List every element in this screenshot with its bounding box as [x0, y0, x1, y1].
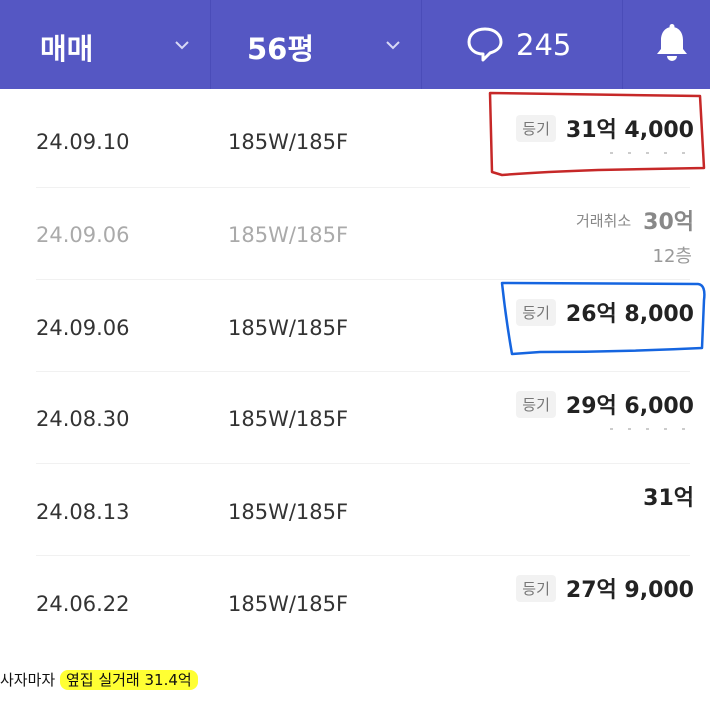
transaction-row[interactable]: 24.08.30 185W/185F 등기 29억 6,000: [0, 372, 710, 464]
transaction-price-group: 거래취소 30억: [576, 204, 694, 236]
transaction-price: 31억 4,000: [565, 118, 694, 143]
transaction-price: 30억: [643, 210, 694, 235]
transaction-price-group: 등기 27억 9,000: [516, 572, 694, 604]
status-badge: 등기: [516, 298, 556, 326]
filter-header: 매매 56평 245: [0, 0, 710, 89]
area-dropdown[interactable]: 56평: [211, 0, 421, 89]
transaction-price: 31억: [643, 486, 694, 511]
transaction-row[interactable]: 24.08.13 185W/185F 31억: [0, 464, 710, 556]
area-label: 56평: [247, 32, 315, 66]
transaction-date: 24.08.30: [36, 407, 130, 431]
caption-highlight: 옆집 실거래 31.4억: [59, 670, 198, 690]
comments-button[interactable]: 245: [422, 0, 622, 89]
status-badge: 거래취소: [575, 211, 632, 230]
transaction-date: 24.09.06: [36, 223, 130, 247]
trade-type-label: 매매: [40, 32, 94, 66]
blurred-detail: [610, 152, 690, 154]
caption-prefix: 사자마자: [0, 671, 60, 689]
transaction-row[interactable]: 24.09.10 185W/185F 등기 31억 4,000: [0, 96, 710, 188]
comment-bubble-icon: [466, 26, 504, 66]
status-badge: 등기: [516, 574, 556, 602]
transaction-row[interactable]: 24.06.22 185W/185F 등기 27억 9,000: [0, 556, 710, 648]
transaction-price-group: 등기 29억 6,000: [516, 388, 694, 420]
transaction-floor: 185W/185F: [228, 407, 349, 431]
transaction-price-group: 등기 31억 4,000: [516, 112, 694, 144]
transaction-row[interactable]: 24.09.06 185W/185F 거래취소 30억 12층: [0, 188, 710, 280]
transaction-price-group: 31억: [643, 480, 694, 512]
transaction-floor: 185W/185F: [228, 130, 349, 154]
status-badge: 등기: [516, 390, 556, 418]
transaction-price-group: 등기 26억 8,000: [516, 296, 694, 328]
bell-icon: [655, 24, 689, 66]
transaction-floor-level: 12층: [652, 246, 692, 267]
transaction-date: 24.09.06: [36, 316, 130, 340]
trade-type-dropdown[interactable]: 매매: [0, 0, 210, 89]
blurred-detail: [610, 428, 690, 430]
status-badge: 등기: [516, 114, 556, 142]
chevron-down-icon: [174, 36, 190, 55]
notification-button[interactable]: [623, 0, 710, 89]
transaction-price: 27억 9,000: [565, 578, 694, 603]
transaction-row[interactable]: 24.09.06 185W/185F 등기 26억 8,000: [0, 280, 710, 372]
comments-count: 245: [516, 28, 572, 62]
transaction-floor: 185W/185F: [228, 223, 349, 247]
transaction-floor: 185W/185F: [228, 316, 349, 340]
image-caption: 사자마자 옆집 실거래 31.4억: [0, 669, 198, 690]
transaction-date: 24.09.10: [36, 130, 130, 154]
chevron-down-icon: [385, 36, 401, 55]
transaction-date: 24.08.13: [36, 500, 130, 524]
transaction-floor: 185W/185F: [228, 592, 349, 616]
transaction-date: 24.06.22: [36, 592, 130, 616]
transaction-price: 29억 6,000: [565, 394, 694, 419]
transaction-price: 26억 8,000: [565, 302, 694, 327]
transaction-floor: 185W/185F: [228, 500, 349, 524]
